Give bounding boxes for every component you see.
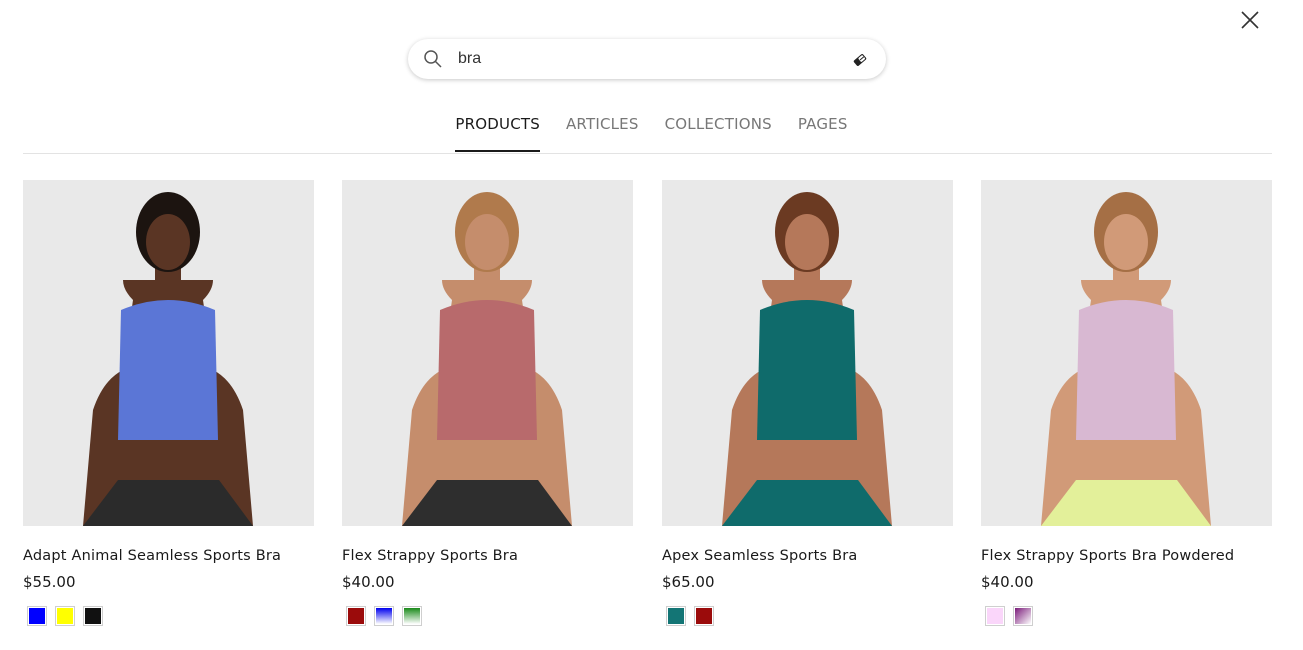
product-price: $65.00 (662, 573, 715, 591)
tab-articles[interactable]: ARTICLES (566, 112, 639, 152)
color-swatch-fill (85, 608, 101, 624)
color-swatches (342, 606, 633, 626)
close-button[interactable] (1238, 8, 1262, 32)
product-price: $40.00 (342, 573, 395, 591)
search-bar (408, 39, 886, 79)
product-title[interactable]: Apex Seamless Sports Bra (662, 548, 953, 564)
product-card[interactable]: Flex Strappy Sports Bra Powdered $40.00 (981, 180, 1272, 626)
product-title[interactable]: Flex Strappy Sports Bra (342, 548, 633, 564)
clear-search-icon[interactable] (851, 51, 869, 69)
color-swatch[interactable] (402, 606, 422, 626)
color-swatch[interactable] (985, 606, 1005, 626)
model-photo (1041, 192, 1211, 526)
product-card[interactable]: Adapt Animal Seamless Sports Bra $55.00 (23, 180, 314, 626)
color-swatch[interactable] (83, 606, 103, 626)
tab-collections[interactable]: COLLECTIONS (665, 112, 772, 152)
color-swatch[interactable] (346, 606, 366, 626)
product-title[interactable]: Flex Strappy Sports Bra Powdered (981, 548, 1272, 564)
color-swatch-fill (987, 608, 1003, 624)
model-photo (402, 192, 572, 526)
color-swatches (981, 606, 1272, 626)
color-swatch[interactable] (666, 606, 686, 626)
color-swatch[interactable] (27, 606, 47, 626)
color-swatch-fill (376, 608, 392, 624)
search-tabs: PRODUCTS ARTICLES COLLECTIONS PAGES (0, 112, 1303, 154)
product-grid: Adapt Animal Seamless Sports Bra $55.00 … (0, 180, 1303, 650)
color-swatch-fill (404, 608, 420, 624)
search-input[interactable] (458, 47, 828, 71)
product-card[interactable]: Flex Strappy Sports Bra $40.00 (342, 180, 633, 626)
tabs-divider (23, 153, 1272, 154)
product-image[interactable] (342, 180, 633, 526)
search-icon (424, 50, 442, 68)
product-image[interactable] (662, 180, 953, 526)
product-image[interactable] (23, 180, 314, 526)
color-swatches (662, 606, 953, 626)
color-swatch[interactable] (1013, 606, 1033, 626)
color-swatches (23, 606, 314, 626)
product-title[interactable]: Adapt Animal Seamless Sports Bra (23, 548, 314, 564)
color-swatch[interactable] (374, 606, 394, 626)
color-swatch[interactable] (55, 606, 75, 626)
color-swatch-fill (348, 608, 364, 624)
color-swatch-fill (57, 608, 73, 624)
color-swatch-fill (668, 608, 684, 624)
color-swatch-fill (29, 608, 45, 624)
color-swatch[interactable] (694, 606, 714, 626)
model-photo (83, 192, 253, 526)
tab-products[interactable]: PRODUCTS (455, 112, 540, 152)
model-photo (722, 192, 892, 526)
product-card[interactable]: Apex Seamless Sports Bra $65.00 (662, 180, 953, 626)
product-price: $40.00 (981, 573, 1034, 591)
product-image[interactable] (981, 180, 1272, 526)
tab-pages[interactable]: PAGES (798, 112, 848, 152)
product-price: $55.00 (23, 573, 76, 591)
color-swatch-fill (1015, 608, 1031, 624)
color-swatch-fill (696, 608, 712, 624)
close-icon (1241, 11, 1259, 29)
